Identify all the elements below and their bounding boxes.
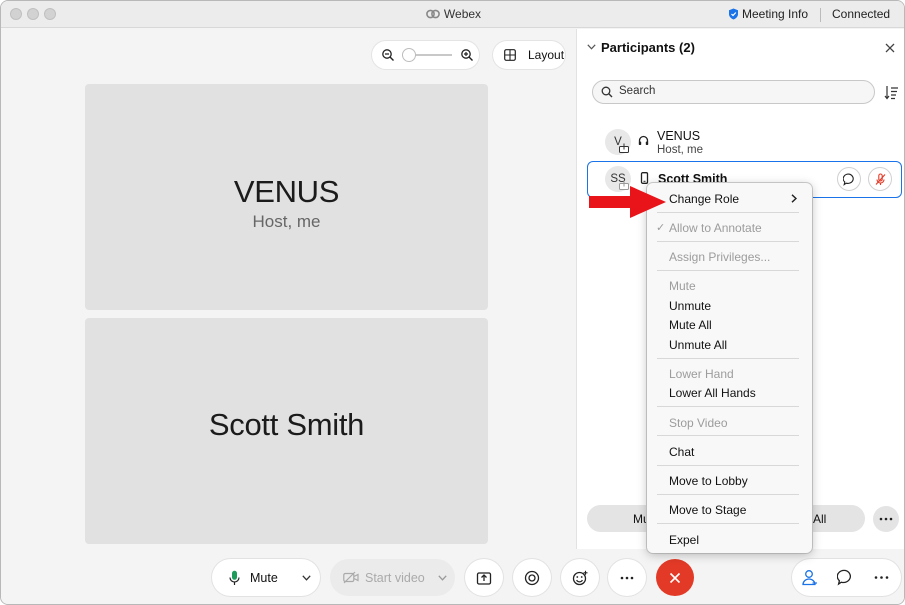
record-icon: [524, 570, 540, 586]
menu-item-chat[interactable]: Chat: [669, 445, 694, 459]
webex-window: Webex Meeting Info Connected Layout VENU…: [0, 0, 905, 605]
annotation-arrow-icon: [589, 186, 666, 218]
share-screen-icon: [476, 572, 492, 585]
chat-icon: [843, 173, 854, 186]
menu-item-unmute-all[interactable]: Unmute All: [669, 338, 727, 352]
menu-item-change-role[interactable]: Change Role: [669, 192, 739, 206]
shield-icon: [729, 8, 738, 20]
avatar: V: [605, 129, 631, 155]
participants-icon[interactable]: [801, 569, 818, 586]
meeting-controls-bar: Mute Start video: [1, 549, 904, 604]
mute-label: Mute: [250, 571, 278, 585]
grid-layout-icon: [504, 49, 516, 61]
zoom-control: [372, 41, 479, 69]
menu-item-move-to-lobby[interactable]: Move to Lobby: [669, 474, 748, 488]
menu-item-expel[interactable]: Expel: [669, 533, 699, 547]
chevron-down-icon[interactable]: [302, 575, 311, 581]
participant-context-menu: Change Role ✓ Allow to Annotate Assign P…: [647, 183, 812, 553]
layout-button[interactable]: Layout: [493, 41, 565, 69]
more-horizontal-icon[interactable]: [873, 569, 890, 586]
start-video-button[interactable]: Start video: [330, 559, 455, 596]
menu-separator: [657, 358, 799, 359]
check-icon: ✓: [656, 222, 666, 234]
video-stage: Layout VENUS Host, me Scott Smith: [1, 29, 576, 549]
video-tile-venus[interactable]: VENUS Host, me: [85, 84, 488, 310]
share-button[interactable]: [465, 559, 503, 596]
record-button[interactable]: [513, 559, 551, 596]
zoom-out-icon[interactable]: [381, 48, 395, 62]
end-meeting-button[interactable]: [656, 559, 694, 596]
chevron-down-icon[interactable]: [438, 575, 447, 581]
title-bar: Webex Meeting Info Connected: [1, 1, 904, 28]
app-name: Webex: [443, 7, 482, 21]
more-horizontal-icon: [879, 517, 893, 521]
close-icon: [669, 572, 681, 584]
participant-chat-button[interactable]: [837, 167, 861, 191]
menu-separator: [657, 212, 799, 213]
video-off-icon: [343, 571, 359, 584]
video-tile-scott-smith[interactable]: Scott Smith: [85, 318, 488, 544]
menu-separator: [657, 270, 799, 271]
meeting-info-label: Meeting Info: [742, 7, 809, 21]
menu-separator: [657, 241, 799, 242]
search-placeholder: Search: [619, 85, 656, 97]
menu-separator: [657, 494, 799, 495]
participants-header[interactable]: Participants (2): [587, 40, 695, 55]
menu-item-unmute[interactable]: Unmute: [669, 299, 711, 313]
menu-item-stop-video: Stop Video: [669, 416, 728, 430]
titlebar-divider: [820, 8, 821, 22]
participant-mic-button[interactable]: [868, 167, 892, 191]
menu-item-mute: Mute: [669, 279, 696, 293]
close-panel-icon[interactable]: [884, 42, 896, 54]
participants-title: Participants (2): [601, 40, 695, 55]
tile-name: Scott Smith: [208, 407, 365, 442]
menu-separator: [657, 523, 799, 524]
start-video-label: Start video: [365, 571, 425, 585]
chat-icon[interactable]: [837, 569, 854, 586]
webex-logo-icon: [426, 9, 440, 19]
microphone-icon: [229, 570, 240, 585]
participant-name: VENUS: [657, 129, 701, 143]
mute-button[interactable]: Mute: [212, 559, 320, 596]
menu-item-lower-all-hands[interactable]: Lower All Hands: [669, 386, 756, 400]
sort-icon[interactable]: [884, 85, 899, 100]
menu-item-mute-all[interactable]: Mute All: [669, 318, 712, 332]
tile-subtitle: Host, me: [252, 212, 321, 231]
panel-more-button[interactable]: [873, 506, 899, 532]
layout-label: Layout: [528, 48, 565, 62]
tile-name: VENUS: [233, 174, 340, 209]
menu-item-assign-privileges: Assign Privileges...: [669, 250, 771, 264]
chevron-right-icon: [791, 194, 797, 203]
zoom-slider-thumb[interactable]: [402, 48, 416, 62]
headset-icon: [638, 135, 649, 145]
mic-muted-icon: [875, 173, 886, 185]
menu-item-allow-to-annotate: Allow to Annotate: [669, 221, 762, 235]
panel-toggles: [792, 559, 901, 596]
participant-role: Host, me: [657, 144, 704, 156]
menu-separator: [657, 406, 799, 407]
menu-separator: [657, 435, 799, 436]
more-horizontal-icon: [620, 576, 634, 580]
more-options-button[interactable]: [608, 559, 646, 596]
share-badge-icon: [619, 143, 629, 153]
unmute-all-label: All: [813, 512, 827, 526]
menu-separator: [657, 465, 799, 466]
phone-icon: [640, 172, 649, 184]
menu-item-lower-hand: Lower Hand: [669, 367, 734, 381]
chevron-down-icon: [587, 44, 596, 50]
participant-row[interactable]: V VENUS Host, me: [587, 125, 902, 162]
emoji-icon: [572, 570, 588, 586]
connection-status: Connected: [832, 7, 891, 21]
search-icon: [601, 86, 613, 98]
zoom-in-icon[interactable]: [460, 48, 474, 62]
meeting-info-button[interactable]: Meeting Info: [728, 7, 808, 21]
menu-item-move-to-stage[interactable]: Move to Stage: [669, 503, 746, 517]
reactions-button[interactable]: [561, 559, 599, 596]
participant-search-input[interactable]: Search: [592, 80, 875, 104]
